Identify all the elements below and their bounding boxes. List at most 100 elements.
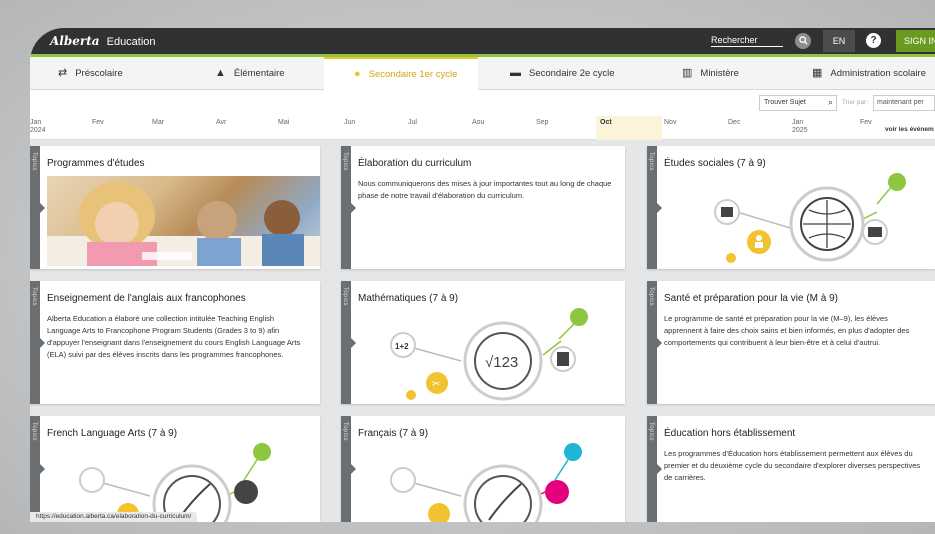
browser-screen: Alberta Education Rechercher EN ? SIGN I… <box>30 28 935 522</box>
timeline-month[interactable]: Jul <box>408 119 417 127</box>
find-topic-input[interactable]: Trouver Sujet ⌕ <box>759 95 837 111</box>
sign-in-button[interactable]: SIGN IN <box>896 30 935 52</box>
sort-label: Trier par: <box>842 99 869 106</box>
card-title: Études sociales (7 à 9) <box>664 158 766 169</box>
tab-administration-scolaire[interactable]: ▦ Administration scolaire <box>812 57 926 90</box>
card-elaboration-curriculum[interactable]: Topics Élaboration du curriculum Nous co… <box>341 146 625 269</box>
tab-label: Ministère <box>700 68 739 79</box>
card-etudes-sociales[interactable]: Topics Études sociales (7 à 9) <box>647 146 935 269</box>
timeline-month[interactable]: Oct <box>600 119 612 127</box>
audience-tabs: ⇄ Préscolaire ▲ Élémentaire ● Secondaire 1e… <box>30 57 935 90</box>
card-francais[interactable]: Topics Français (7 à 9) <box>341 416 625 522</box>
month-label: Sep <box>536 119 549 126</box>
math-illustration-icon: √123 1+2 ✂ <box>390 308 588 401</box>
card-title: French Language Arts (7 à 9) <box>47 428 178 439</box>
search-icon <box>798 36 808 45</box>
card-anglais-francophones[interactable]: Topics Enseignement de l'anglais aux fra… <box>30 281 320 404</box>
tab-ministere[interactable]: ▥ Ministère <box>682 57 739 90</box>
card-programmes-etudes[interactable]: Topics Programmes d'études <box>30 146 320 269</box>
card-mathematiques[interactable]: Topics Mathématiques (7 à 9) √123 1+2 ✂ <box>341 281 625 404</box>
month-label: Fev <box>92 119 104 126</box>
month-label: Dec <box>728 119 741 126</box>
timeline-month[interactable]: Sep <box>536 119 548 127</box>
language-button[interactable]: EN <box>823 30 855 52</box>
search-icon: ⌕ <box>827 97 833 107</box>
card-education-hors-etablissement[interactable]: Topics Éducation hors établissement Les … <box>647 416 935 522</box>
rail-label: Topics <box>31 152 37 171</box>
search-input[interactable]: Rechercher <box>711 35 783 47</box>
month-label: Jul <box>408 119 417 126</box>
svg-text:✂: ✂ <box>432 379 440 390</box>
find-topic-label: Trouver Sujet <box>764 99 806 106</box>
topic-grid: Topics Programmes d'études Topics Élabor <box>30 140 935 522</box>
card-body: Les programmes d'Éducation hors établiss… <box>664 449 921 482</box>
arrows-icon: ⇄ <box>58 67 68 79</box>
month-label: Fev <box>860 119 872 126</box>
card-french-language-arts[interactable]: Topics French Language Arts (7 à 9) <box>30 416 320 522</box>
month-label: Avr <box>216 119 227 126</box>
card-body: Nous communiquerons des mises à jour imp… <box>358 179 612 200</box>
tab-secondaire-2e-cycle[interactable]: ▬ Secondaire 2e cycle <box>510 57 615 90</box>
top-bar: Alberta Education Rechercher EN ? SIGN I… <box>30 28 935 54</box>
topics-rail: Topics <box>30 416 45 522</box>
tab-elementaire[interactable]: ▲ Élémentaire <box>215 57 285 90</box>
timeline-month[interactable]: Mar <box>152 119 164 127</box>
month-label: Jan <box>792 119 804 126</box>
topics-rail: Topics <box>341 146 356 269</box>
brand-label: Education <box>106 36 156 48</box>
person-desk-icon: ▬ <box>510 67 521 79</box>
card-title: Mathématiques (7 à 9) <box>358 293 459 304</box>
status-bar-url: https://education.alberta.ca/elaboration… <box>30 512 198 522</box>
tab-label: Administration scolaire <box>830 68 926 79</box>
timeline-month[interactable]: Dec <box>728 119 740 127</box>
rail-label: Topics <box>31 422 37 441</box>
help-button[interactable]: ? <box>866 33 881 48</box>
card-title: Éducation hors établissement <box>664 428 796 439</box>
search-button[interactable] <box>795 33 811 49</box>
month-label: Nov <box>664 119 677 126</box>
tab-label: Préscolaire <box>75 68 123 79</box>
rail-label: Topics <box>342 287 348 306</box>
topics-rail: Topics <box>647 416 662 522</box>
card-title: Enseignement de l'anglais aux francophon… <box>47 293 246 304</box>
card-sante-preparation[interactable]: Topics Santé et préparation pour la vie … <box>647 281 935 404</box>
card-title: Français (7 à 9) <box>358 428 429 439</box>
tab-label: Secondaire 2e cycle <box>529 68 615 79</box>
timeline-month[interactable]: Aou <box>472 119 484 127</box>
month-label: Aou <box>472 119 485 126</box>
topics-rail: Topics <box>30 146 45 269</box>
topics-rail: Topics <box>30 281 45 404</box>
month-year: 2025 <box>792 127 808 134</box>
math-symbol-text: √123 <box>485 354 518 371</box>
office-icon: ▦ <box>812 67 823 79</box>
month-label: Mar <box>152 119 165 126</box>
helmet-icon: ● <box>354 68 361 80</box>
tab-secondaire-1er-cycle[interactable]: ● Secondaire 1er cycle <box>324 57 478 90</box>
topics-rail: Topics <box>647 146 662 269</box>
rail-label: Topics <box>648 152 654 171</box>
card-body: Le programme de santé et préparation pou… <box>664 314 910 347</box>
timeline-month[interactable]: Fev <box>92 119 104 127</box>
timeline-month[interactable]: Jan 2024 <box>30 119 46 135</box>
month-label: Mai <box>278 119 290 126</box>
timeline-month[interactable]: Mai <box>278 119 289 127</box>
card-title: Élaboration du curriculum <box>358 158 472 169</box>
tab-label: Élémentaire <box>233 68 285 79</box>
timeline-month[interactable]: Avr <box>216 119 226 127</box>
rail-label: Topics <box>648 422 654 441</box>
brand[interactable]: Alberta Education <box>50 34 156 48</box>
rail-label: Topics <box>342 422 348 441</box>
timeline-month[interactable]: Nov <box>664 119 676 127</box>
timeline: Jan 2024 Fev Mar Avr Mai Jun Jul Aou Sep Oct Nov Dec… <box>30 116 935 140</box>
sort-select[interactable]: maintenant per <box>873 95 935 111</box>
topics-rail: Topics <box>341 281 356 404</box>
timeline-month[interactable]: Fev <box>860 119 872 127</box>
timeline-month[interactable]: Jun <box>344 119 355 127</box>
rail-label: Topics <box>648 287 654 306</box>
card-body: Alberta Education a élaboré une collecti… <box>47 314 301 359</box>
month-label: Jun <box>344 119 356 126</box>
see-events-link[interactable]: voir les événem <box>885 126 934 133</box>
timeline-month[interactable]: Jan 2025 <box>792 119 808 135</box>
tab-prescolaire[interactable]: ⇄ Préscolaire <box>58 57 123 90</box>
alberta-logo: Alberta <box>50 34 100 48</box>
